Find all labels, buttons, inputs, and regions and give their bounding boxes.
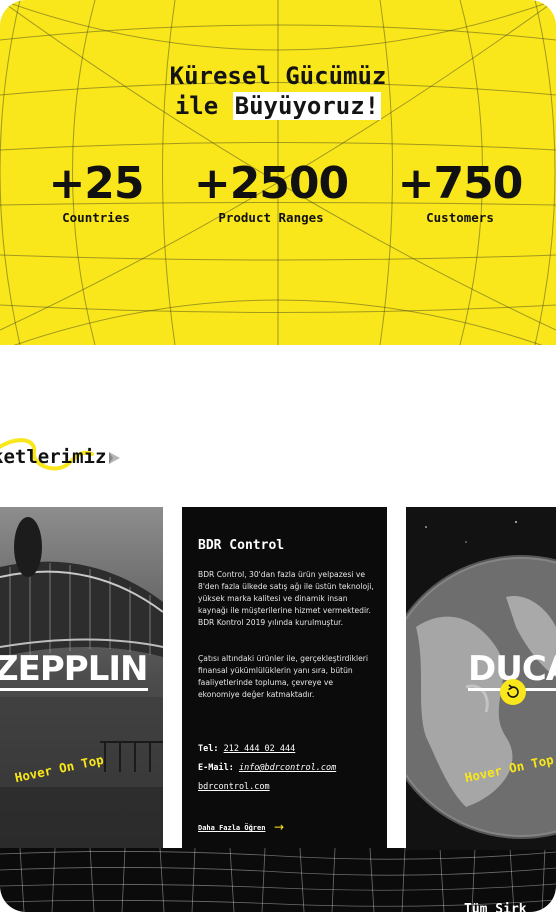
stat-customers: +750 Customers (390, 158, 530, 226)
brand-card-duca[interactable]: DUCA Hover On Top (406, 507, 556, 850)
all-brands-link[interactable]: Tüm Sirk (464, 902, 527, 917)
stat-label: Product Ranges (218, 210, 324, 225)
hero-title-line1: Küresel Gücümüz (169, 62, 387, 90)
phone-label: Tel: (198, 744, 219, 754)
card-divider (388, 507, 406, 545)
hero-title-highlight: Büyüyoruz! (232, 92, 382, 120)
website-link[interactable]: bdrcontrol.com (198, 782, 270, 792)
brand-info-paragraph: Çatısı altındaki ürünler ile, gerçekleşt… (198, 654, 369, 699)
brand-info-paragraph: BDR Control, 30'dan fazla ürün yelpazesi… (198, 570, 374, 627)
section-heading: ketlerimiz (0, 446, 107, 468)
brand-name: ZEPPLIN (0, 650, 148, 691)
play-arrow-icon (109, 452, 120, 464)
email-label: E-Mail: (198, 763, 234, 773)
brand-info-title: BDR Control (198, 538, 285, 553)
stat-countries: +25 Countries (36, 158, 156, 226)
stat-label: Customers (426, 210, 494, 225)
hero-title-plain: ile (174, 92, 233, 120)
arrow-right-icon[interactable]: → (274, 820, 284, 834)
card-divider (163, 507, 181, 545)
brand-card-zepplin[interactable]: ZEPPLIN Hover On Top (0, 507, 163, 848)
hero-section: Küresel Gücümüz ile Büyüyoruz! +25 Count… (0, 0, 556, 345)
stat-product-ranges: +2500 Product Ranges (186, 158, 356, 226)
contact-email: E-Mail: info@bdrcontrol.com (198, 763, 336, 773)
contact-phone: Tel: 212 444 02 444 (198, 744, 295, 754)
stat-value: +25 (48, 158, 144, 209)
stat-value: +2500 (193, 158, 349, 209)
refresh-icon[interactable] (500, 679, 526, 705)
learn-more-link[interactable]: Daha Fazla Öğren (198, 824, 265, 832)
stat-label: Countries (62, 210, 130, 225)
brand-info-panel: BDR Control BDR Control, 30'dan fazla ür… (182, 507, 387, 848)
refresh-icon-glyph (507, 684, 519, 698)
email-link[interactable]: info@bdrcontrol.com (239, 763, 336, 773)
hero-title-line2: ile Büyüyoruz! (0, 92, 556, 120)
stat-value: +750 (397, 158, 524, 209)
phone-link[interactable]: 212 444 02 444 (224, 744, 296, 754)
